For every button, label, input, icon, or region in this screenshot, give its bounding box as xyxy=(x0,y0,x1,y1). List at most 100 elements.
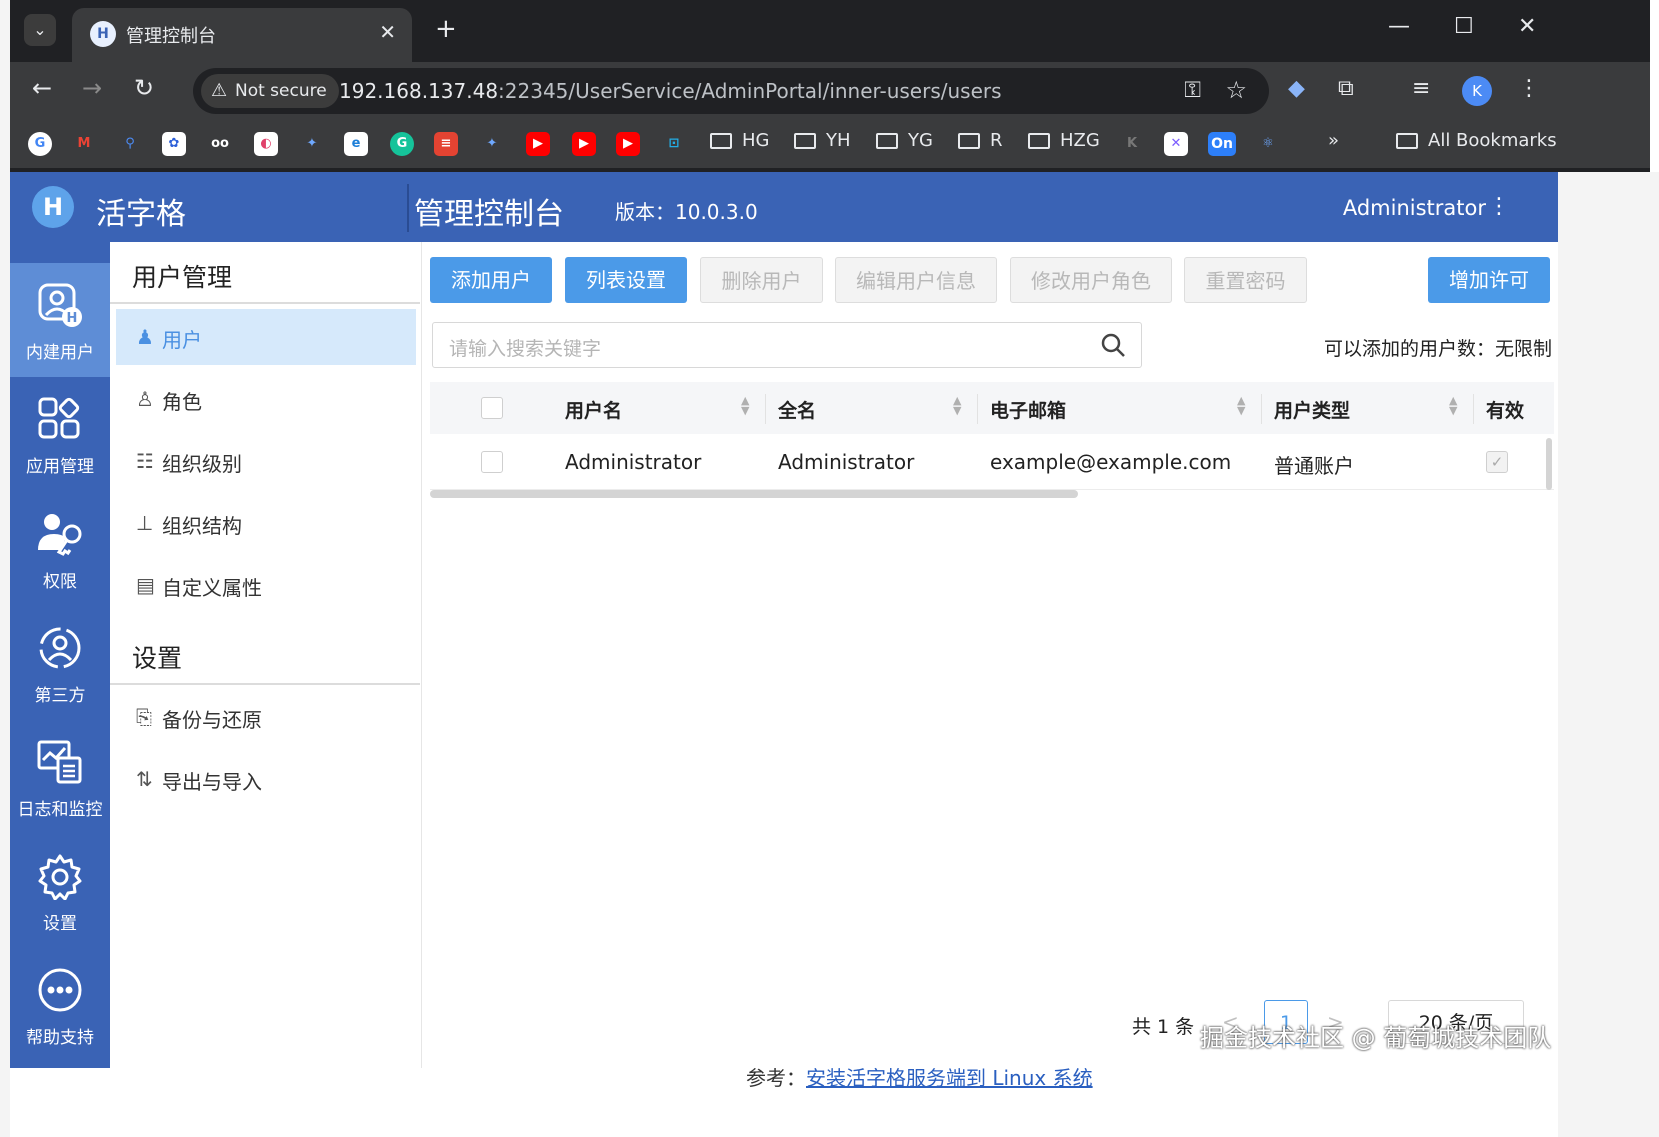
edit-user-info-button[interactable]: 编辑用户信息 xyxy=(835,257,997,303)
column-header-username[interactable]: 用户名 xyxy=(565,396,622,423)
nav-logs-monitoring[interactable]: 日志和监控 xyxy=(10,720,110,834)
app-name: 活字格 xyxy=(96,197,186,232)
sort-caret-icon[interactable]: ▲ ▼ xyxy=(741,395,749,416)
column-header-email[interactable]: 电子邮箱 xyxy=(990,396,1066,423)
table-row[interactable]: Administrator Administrator example@exam… xyxy=(430,434,1554,490)
bookmark-folder-r[interactable]: R xyxy=(958,130,1003,151)
k-bookmark-icon[interactable]: K xyxy=(1120,132,1144,156)
youtube-bookmark-icon[interactable]: ▶ xyxy=(526,132,550,156)
edge-bookmark-icon[interactable]: e xyxy=(344,132,368,156)
profile-avatar[interactable]: K xyxy=(1462,76,1492,106)
translate-bookmark-icon[interactable]: ✦ xyxy=(300,132,324,156)
tool-bookmark-icon[interactable]: ✕ xyxy=(1164,132,1188,156)
folder-label: HG xyxy=(742,130,770,151)
nav-app-management[interactable]: 应用管理 xyxy=(10,377,110,491)
nav-permissions[interactable]: 权限 xyxy=(10,492,110,606)
bookmark-star-icon[interactable]: ☆ xyxy=(1225,76,1247,104)
sort-caret-icon[interactable]: ▲ ▼ xyxy=(1237,395,1245,416)
table-header: 用户名 ▲ ▼ 全名 ▲ ▼ 电子邮箱 ▲ ▼ 用户类型 ▲ ▼ 有效 xyxy=(430,382,1554,434)
delete-user-button[interactable]: 删除用户 xyxy=(700,257,823,303)
url-path: :22345/UserService/AdminPortal/inner-use… xyxy=(498,79,1002,103)
row-select-checkbox[interactable] xyxy=(481,451,503,473)
search-icon[interactable] xyxy=(1099,331,1127,359)
google-bookmark-icon[interactable]: G xyxy=(28,132,52,156)
add-user-button[interactable]: 添加用户 xyxy=(430,257,552,303)
back-arrow-icon[interactable]: ← xyxy=(32,74,52,102)
reset-password-button[interactable]: 重置密码 xyxy=(1184,257,1307,303)
version-label: 版本：10.0.3.0 xyxy=(615,200,758,224)
watermark: 掘金技术社区 @ 葡萄城技术团队 xyxy=(1200,1024,1552,1052)
menu-item-users[interactable]: ♟ 用户 xyxy=(116,309,416,365)
add-license-button[interactable]: 增加许可 xyxy=(1428,257,1550,303)
security-chip[interactable]: ⚠ Not secure xyxy=(201,74,339,108)
baidu-bookmark-icon[interactable]: ✿ xyxy=(162,132,186,156)
react-bookmark-icon[interactable]: ⚛ xyxy=(1256,132,1280,156)
tab-search-chevron-icon[interactable]: ⌄ xyxy=(24,14,56,46)
menu-item-custom-attributes[interactable]: ▤ 自定义属性 xyxy=(116,557,416,613)
sort-caret-icon[interactable]: ▲ ▼ xyxy=(953,395,961,416)
section-divider xyxy=(110,683,420,685)
app-bookmark-icon[interactable]: ◐ xyxy=(254,132,278,156)
third-party-icon xyxy=(39,627,81,669)
extensions-puzzle-icon[interactable]: ⧉ xyxy=(1338,76,1354,101)
window-close-icon[interactable]: ✕ xyxy=(1518,14,1536,39)
reference-link[interactable]: 安装活字格服务端到 Linux 系统 xyxy=(806,1066,1093,1090)
glasses-bookmark-icon[interactable]: oo xyxy=(208,132,232,156)
current-user-name[interactable]: Administrator xyxy=(1343,196,1486,220)
grammarly-bookmark-icon[interactable]: G xyxy=(390,132,414,156)
bookmark-folder-yh[interactable]: YH xyxy=(794,130,851,151)
list-settings-button[interactable]: 列表设置 xyxy=(565,257,687,303)
youtube2-bookmark-icon[interactable]: ▶ xyxy=(572,132,596,156)
menu-label: 自定义属性 xyxy=(162,576,262,600)
menu-label: 组织结构 xyxy=(162,514,242,538)
nav-settings[interactable]: 设置 xyxy=(10,834,110,948)
search-placeholder: 请输入搜索关键字 xyxy=(449,338,602,360)
new-tab-plus-icon[interactable]: + xyxy=(435,14,457,44)
translate2-bookmark-icon[interactable]: ✦ xyxy=(480,132,504,156)
todoist-bookmark-icon[interactable]: ≡ xyxy=(434,132,458,156)
menu-item-org-levels[interactable]: ☷ 组织级别 xyxy=(116,433,416,489)
bookmark-folder-yg[interactable]: YG xyxy=(876,130,933,151)
vertical-scrollbar[interactable] xyxy=(1546,438,1552,490)
column-header-fullname[interactable]: 全名 xyxy=(778,396,816,423)
nav-third-party[interactable]: 第三方 xyxy=(10,606,110,720)
all-bookmarks-folder[interactable]: All Bookmarks xyxy=(1396,130,1557,151)
onenote-bookmark-icon[interactable]: On xyxy=(1208,132,1236,156)
select-all-checkbox[interactable] xyxy=(481,397,503,419)
bookmarks-overflow-icon[interactable]: » xyxy=(1328,130,1339,151)
tab-close-icon[interactable]: ✕ xyxy=(379,20,396,44)
menu-label: 用户 xyxy=(162,328,202,352)
menu-item-roles[interactable]: ♙ 角色 xyxy=(116,371,416,427)
horizontal-scrollbar[interactable] xyxy=(430,490,1078,498)
menu-item-backup-restore[interactable]: ⎘ 备份与还原 xyxy=(116,689,416,745)
folder-icon xyxy=(876,133,898,149)
youtube3-bookmark-icon[interactable]: ▶ xyxy=(616,132,640,156)
bilibili-bookmark-icon[interactable]: ⊡ xyxy=(662,132,686,156)
folder-label: R xyxy=(990,130,1003,151)
nav-builtin-users[interactable]: H 内建用户 xyxy=(10,263,110,377)
browser-tab-active[interactable]: H 管理控制台 ✕ xyxy=(72,8,412,62)
search-box[interactable]: 请输入搜索关键字 xyxy=(432,322,1142,368)
forward-arrow-icon[interactable]: → xyxy=(82,74,102,102)
user-menu-kebab-icon[interactable]: ⋮ xyxy=(1488,194,1510,219)
nav-help-support[interactable]: 帮助支持 xyxy=(10,948,110,1062)
column-header-user-type[interactable]: 用户类型 xyxy=(1274,396,1350,423)
bookmark-folder-hzg[interactable]: HZG xyxy=(1028,130,1100,151)
minimize-icon[interactable]: — xyxy=(1388,14,1410,39)
menu-item-org-structure[interactable]: ⊥ 组织结构 xyxy=(116,495,416,551)
address-bar[interactable]: ⚠ Not secure 192.168.137.48:22345/UserSe… xyxy=(193,68,1269,114)
sort-caret-icon[interactable]: ▲ ▼ xyxy=(1449,395,1457,416)
change-user-role-button[interactable]: 修改用户角色 xyxy=(1010,257,1172,303)
search-bookmark-icon[interactable]: ⚲ xyxy=(118,132,142,156)
bookmark-folder-hg[interactable]: HG xyxy=(710,130,769,151)
extension-diamond-icon[interactable]: ◆ xyxy=(1288,76,1305,101)
browser-menu-kebab-icon[interactable]: ⋮ xyxy=(1518,76,1540,101)
maximize-icon[interactable]: ☐ xyxy=(1454,14,1474,39)
url-text[interactable]: 192.168.137.48:22345/UserService/AdminPo… xyxy=(339,79,1002,103)
gmail-bookmark-icon[interactable]: M xyxy=(72,132,96,156)
media-queue-icon[interactable]: ≡ xyxy=(1412,76,1430,101)
menu-item-export-import[interactable]: ⇅ 导出与导入 xyxy=(116,751,416,807)
password-key-icon[interactable]: ⚿ xyxy=(1184,78,1201,103)
column-header-valid[interactable]: 有效 xyxy=(1486,396,1524,423)
reload-icon[interactable]: ↻ xyxy=(134,74,154,102)
